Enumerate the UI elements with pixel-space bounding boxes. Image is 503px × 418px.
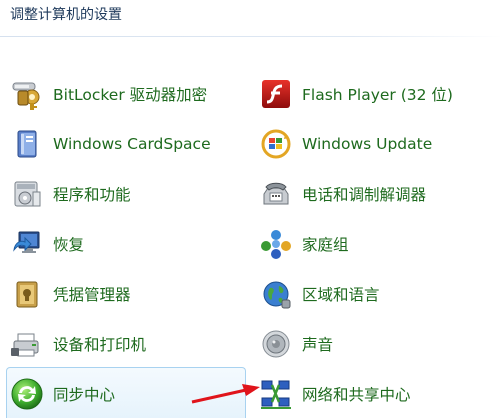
item-label: 区域和语言 — [302, 286, 380, 304]
item-label: 电话和调制解调器 — [302, 186, 427, 204]
item-label: 声音 — [302, 336, 334, 354]
item-devices-printers[interactable]: 设备和打印机 — [9, 322, 249, 366]
item-recovery[interactable]: 恢复 — [9, 222, 249, 266]
homegroup-icon — [258, 226, 294, 262]
sync-center-icon — [9, 376, 45, 412]
region-language-icon — [258, 276, 294, 312]
cardspace-icon — [9, 126, 45, 162]
item-label: BitLocker 驱动器加密 — [53, 86, 208, 104]
item-label: 凭据管理器 — [53, 286, 131, 304]
item-label: 家庭组 — [302, 236, 349, 254]
item-label: Windows Update — [302, 135, 433, 153]
item-credential-manager[interactable]: 凭据管理器 — [9, 272, 249, 316]
bitlocker-keys-icon — [9, 76, 45, 112]
item-windows-update[interactable]: Windows Update — [258, 122, 498, 166]
item-homegroup[interactable]: 家庭组 — [258, 222, 498, 266]
programs-features-icon — [9, 176, 45, 212]
item-label: 恢复 — [53, 236, 85, 254]
item-phone-modem[interactable]: 电话和调制解调器 — [258, 172, 498, 216]
item-label: Windows CardSpace — [53, 135, 211, 153]
item-label: 程序和功能 — [53, 186, 131, 204]
item-label: Flash Player (32 位) — [302, 86, 453, 104]
item-sound[interactable]: 声音 — [258, 322, 498, 366]
item-label: 网络和共享中心 — [302, 386, 411, 404]
item-network-sharing[interactable]: 网络和共享中心 — [258, 372, 498, 416]
windows-update-icon — [258, 126, 294, 162]
item-label: 设备和打印机 — [53, 336, 147, 354]
recovery-icon — [9, 226, 45, 262]
devices-printers-icon — [9, 326, 45, 362]
annotation-arrow — [191, 384, 260, 404]
item-region-language[interactable]: 区域和语言 — [258, 272, 498, 316]
page-title: 调整计算机的设置 — [10, 7, 122, 23]
item-cardspace[interactable]: Windows CardSpace — [9, 122, 249, 166]
item-programs-features[interactable]: 程序和功能 — [9, 172, 249, 216]
divider — [0, 36, 503, 37]
flash-player-icon — [258, 76, 294, 112]
item-bitlocker[interactable]: BitLocker 驱动器加密 — [9, 72, 249, 116]
item-flash-player[interactable]: Flash Player (32 位) — [258, 72, 498, 116]
sound-icon — [258, 326, 294, 362]
item-label: 同步中心 — [53, 386, 116, 404]
network-sharing-icon — [258, 376, 294, 412]
credential-manager-icon — [9, 276, 45, 312]
phone-modem-icon — [258, 176, 294, 212]
